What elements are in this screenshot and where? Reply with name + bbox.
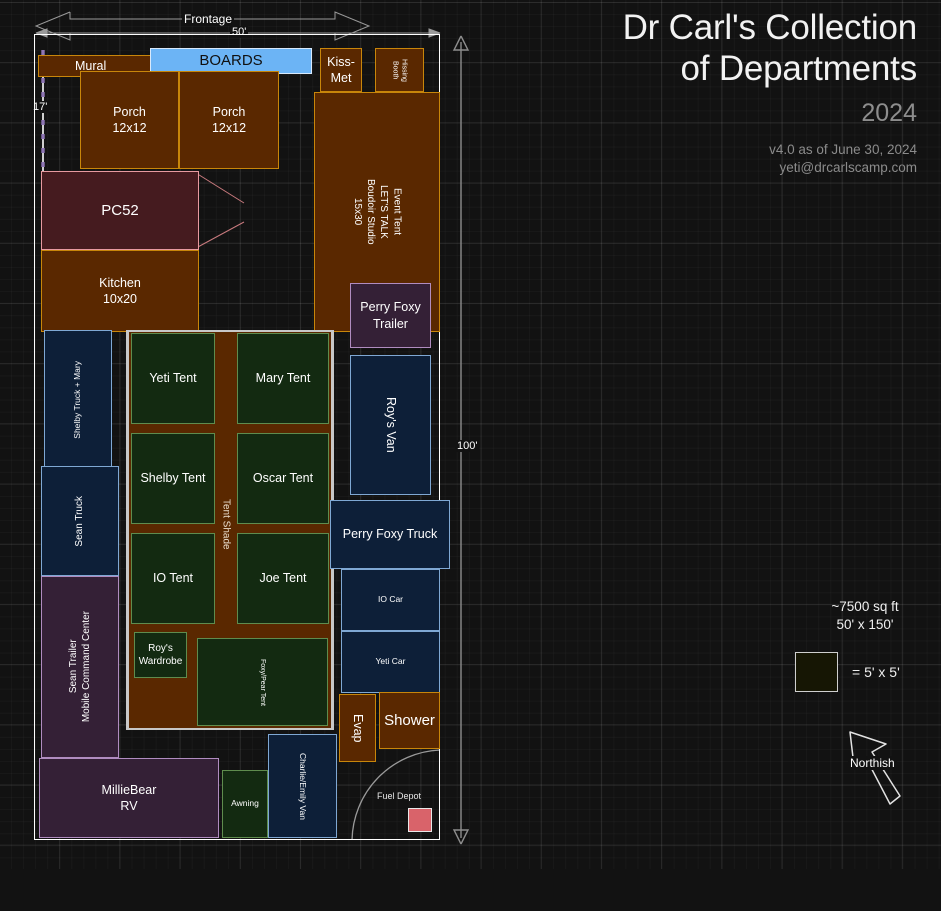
vehicle-perry-foxy-trailer[interactable]: Perry Foxy Trailer <box>350 283 431 348</box>
vehicle-charlie-emily-van[interactable]: Charlie/Emily Van <box>268 734 337 838</box>
vehicle-roys-van[interactable]: Roy's Van <box>350 355 431 495</box>
structure-porch-right[interactable]: Porch 12x12 <box>179 71 279 169</box>
fuel-depot-marker[interactable] <box>408 808 432 832</box>
structure-yeti-tent[interactable]: Yeti Tent <box>131 333 215 424</box>
vehicle-yeti-car[interactable]: Yeti Car <box>341 631 440 693</box>
structure-shelby-tent-label: Shelby Tent <box>140 471 206 486</box>
vehicle-perry-foxy-trailer-label: Perry Foxy Trailer <box>360 300 421 331</box>
vehicle-yeti-car-label: Yeti Car <box>375 656 406 667</box>
vehicle-io-car[interactable]: IO Car <box>341 569 440 631</box>
structure-foxy-pear-tent[interactable]: Foxy/Pear Tent <box>197 638 328 726</box>
structure-roys-wardrobe[interactable]: Roy's Wardrobe <box>134 632 187 678</box>
vehicle-charlie-emily-van-label: Charlie/Emily Van <box>298 752 309 820</box>
site-plan-canvas: Dr Carl's Collection of Departments 2024… <box>0 0 941 911</box>
vehicle-milliebear-rv-label: MillieBear RV <box>101 782 157 814</box>
vehicle-perry-foxy-truck-label: Perry Foxy Truck <box>342 527 438 542</box>
structure-event-tent-label: Event Tent LET'S TALK Boudoir Studio 15x… <box>351 179 403 245</box>
structure-pc52-label: PC52 <box>101 201 139 219</box>
structure-kiss-met[interactable]: Kiss- Met <box>320 48 362 92</box>
legend-swatch <box>795 651 838 692</box>
site-depth-label: 100' <box>455 440 480 452</box>
compass-label: Northish <box>848 756 897 770</box>
frontage-value: 50' <box>230 26 249 38</box>
scale-legend: ~7500 sq ft 50' x 150' = 5' x 5' <box>795 598 935 692</box>
structure-boards-label: BOARDS <box>199 52 263 70</box>
structure-awning[interactable]: Awning <box>222 770 268 838</box>
structure-porch-right-label: Porch 12x12 <box>211 104 247 136</box>
fuel-depot-label: Fuel Depot <box>377 791 422 801</box>
vehicle-sean-truck-label: Sean Truck <box>74 495 86 547</box>
tent-shade-label-holder: Tent Shade <box>215 424 237 624</box>
frontage-label: Frontage <box>182 12 235 26</box>
structure-joe-tent[interactable]: Joe Tent <box>237 533 329 624</box>
structure-oscar-tent[interactable]: Oscar Tent <box>237 433 329 524</box>
vehicle-sean-trailer-label: Sean Trailer Mobile Command Center <box>67 611 92 723</box>
structure-shower-label: Shower <box>384 711 435 729</box>
structure-evap[interactable]: Evap <box>339 694 376 762</box>
legend-scale-text: = 5' x 5' <box>852 663 900 680</box>
vehicle-shelby-truck-mary[interactable]: Shelby Truck + Mary <box>44 330 112 469</box>
vehicle-milliebear-rv[interactable]: MillieBear RV <box>39 758 219 838</box>
structure-hissing-booth-label: Hissing Booth <box>391 58 408 82</box>
structure-mary-tent-label: Mary Tent <box>255 371 311 386</box>
structure-shelby-tent[interactable]: Shelby Tent <box>131 433 215 524</box>
structure-io-tent[interactable]: IO Tent <box>131 533 215 624</box>
structure-foxy-pear-tent-label: Foxy/Pear Tent <box>259 658 267 706</box>
vehicle-io-car-label: IO Car <box>377 594 404 605</box>
structure-shower[interactable]: Shower <box>379 692 440 749</box>
vehicle-perry-foxy-truck[interactable]: Perry Foxy Truck <box>330 500 450 569</box>
structure-pc52[interactable]: PC52 <box>41 171 199 250</box>
legend-area: ~7500 sq ft <box>831 599 899 614</box>
footer-bar <box>0 869 941 911</box>
structure-kiss-met-label: Kiss- Met <box>327 54 355 86</box>
structure-oscar-tent-label: Oscar Tent <box>252 471 314 486</box>
structure-hissing-booth[interactable]: Hissing Booth <box>375 48 424 92</box>
structure-joe-tent-label: Joe Tent <box>259 571 307 586</box>
tent-shade-label: Tent Shade <box>220 498 232 550</box>
structure-roys-wardrobe-label: Roy's Wardrobe <box>138 642 183 667</box>
structure-yeti-tent-label: Yeti Tent <box>149 371 197 386</box>
structure-porch-left-label: Porch 12x12 <box>112 104 147 136</box>
structure-io-tent-label: IO Tent <box>152 571 194 586</box>
legend-lot-size: 50' x 150' <box>836 616 894 632</box>
structure-kitchen-label: Kitchen 10x20 <box>99 275 141 307</box>
left-height-label: 17' <box>31 101 50 113</box>
vehicle-sean-truck[interactable]: Sean Truck <box>41 466 119 576</box>
structure-porch-left[interactable]: Porch 12x12 <box>80 71 179 169</box>
structure-awning-label: Awning <box>231 798 259 809</box>
vehicle-roys-van-label: Roy's Van <box>383 397 398 453</box>
compass-rose: Northish <box>840 718 940 818</box>
vehicle-shelby-truck-mary-label: Shelby Truck + Mary <box>72 360 83 439</box>
structure-mary-tent[interactable]: Mary Tent <box>237 333 329 424</box>
structure-evap-label: Evap <box>350 713 365 743</box>
vehicle-sean-trailer[interactable]: Sean Trailer Mobile Command Center <box>41 576 119 758</box>
structure-kitchen[interactable]: Kitchen 10x20 <box>41 250 199 332</box>
